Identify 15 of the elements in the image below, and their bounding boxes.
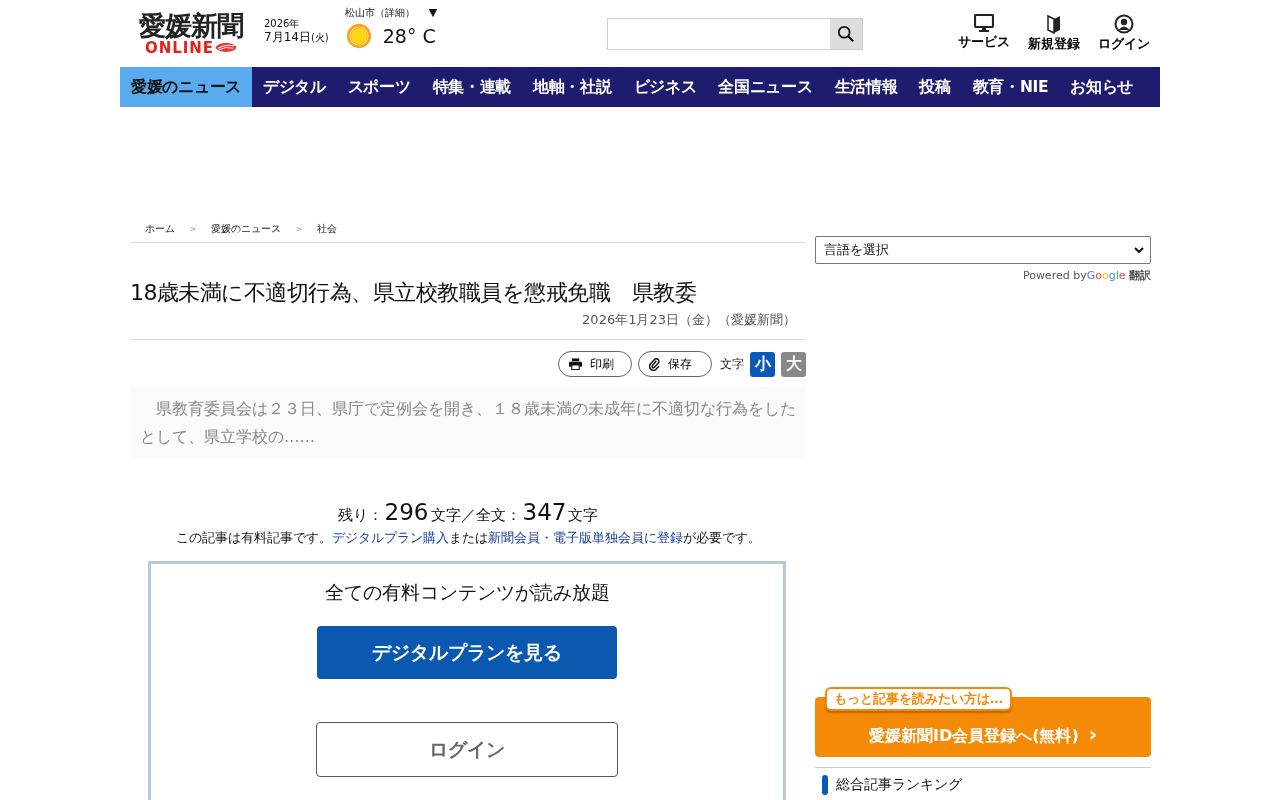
- promo-tooltip: もっと記事を読みたい方は…: [825, 687, 1012, 711]
- breadcrumb-separator: ＞: [188, 222, 198, 236]
- breadcrumb-separator: ＞: [294, 222, 304, 236]
- powered-by-google: Powered byGoogle 翻訳: [1021, 268, 1151, 283]
- paywall-title: 全ての有料コンテンツが読み放題: [324, 580, 610, 605]
- article-date: 2026年1月23日（金）（愛媛新聞）: [130, 307, 806, 340]
- paywall-notice: この記事は有料記事です。デジタルプラン購入 または新聞会員・電子版単独会員に登録が必要です。: [174, 529, 762, 547]
- ranking-heading: 総合記事ランキング: [836, 776, 962, 794]
- temperature: 28° C: [382, 24, 436, 47]
- date-text: 7月14日(火): [264, 30, 329, 45]
- remaining-count: 残り：296 文字／全文：347文字: [336, 499, 600, 525]
- article-lead: 県教育委員会は２３日、県庁で定例会を開き、１８歳未満の未成年に不適切な行為をしたとして、県立学校の……: [130, 387, 806, 459]
- date-year: 2026年: [264, 18, 301, 30]
- article-title: 18歳未満に不適切行為、県立校教職員を懲戒免職 県教委: [130, 279, 698, 307]
- text-size-label: 文字: [720, 355, 744, 373]
